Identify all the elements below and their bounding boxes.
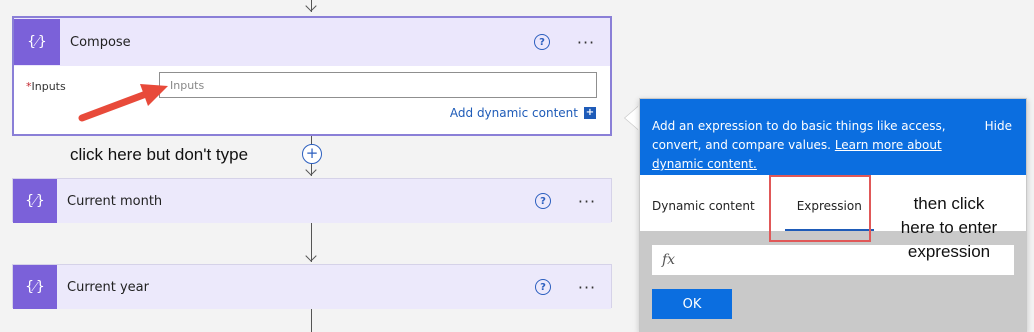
- tab-dynamic-content[interactable]: Dynamic content: [652, 199, 755, 231]
- card-brace-icon: {⁄}: [13, 179, 57, 223]
- current-year-card[interactable]: {⁄} Current year ? ···: [12, 264, 612, 309]
- current-month-header[interactable]: {⁄} Current month ? ···: [13, 179, 611, 223]
- panel-header: Add an expression to do basic things lik…: [640, 99, 1026, 175]
- add-dynamic-content-link[interactable]: Add dynamic content: [450, 106, 578, 120]
- expression-note-line3: expression: [907, 242, 991, 261]
- current-year-header[interactable]: {⁄} Current year ? ···: [13, 265, 611, 309]
- add-icon[interactable]: +: [584, 107, 596, 119]
- arrow-down-icon: [305, 0, 317, 12]
- annotation-arrow: [78, 84, 168, 122]
- help-icon[interactable]: ?: [534, 34, 550, 50]
- click-here-note: click here but don't type: [70, 145, 249, 164]
- more-icon[interactable]: ···: [573, 192, 601, 211]
- arrow-down-icon: [305, 250, 317, 262]
- current-month-title: Current month: [67, 193, 163, 209]
- more-icon[interactable]: ···: [572, 33, 600, 52]
- compose-card-header[interactable]: {⁄} Compose ? ···: [14, 18, 610, 66]
- expression-note-line2: here to enter: [900, 218, 998, 237]
- add-dynamic-content-button[interactable]: Add dynamic content +: [450, 106, 596, 120]
- inputs-field[interactable]: [159, 72, 597, 98]
- compose-title: Compose: [70, 34, 131, 50]
- card-brace-icon: {⁄}: [13, 265, 57, 309]
- connector-bottom: [311, 308, 312, 332]
- expression-note-line1: then click: [913, 194, 985, 213]
- fx-icon: fx: [662, 252, 676, 268]
- ok-button[interactable]: OK: [652, 289, 732, 319]
- arrow-down-icon: [305, 164, 317, 176]
- help-icon[interactable]: ?: [535, 279, 551, 295]
- hide-button[interactable]: Hide: [985, 117, 1012, 136]
- card-brace-icon: {⁄}: [14, 19, 60, 65]
- inputs-label: *Inputs: [26, 80, 66, 93]
- current-month-card[interactable]: {⁄} Current month ? ···: [12, 178, 612, 223]
- current-year-title: Current year: [67, 279, 149, 295]
- expression-note: then click here to enter expression: [889, 192, 1009, 264]
- help-icon[interactable]: ?: [535, 193, 551, 209]
- insert-step-button[interactable]: +: [302, 144, 322, 164]
- expression-tab-highlight: [769, 175, 871, 242]
- more-icon[interactable]: ···: [573, 278, 601, 297]
- panel-caret: [625, 106, 639, 130]
